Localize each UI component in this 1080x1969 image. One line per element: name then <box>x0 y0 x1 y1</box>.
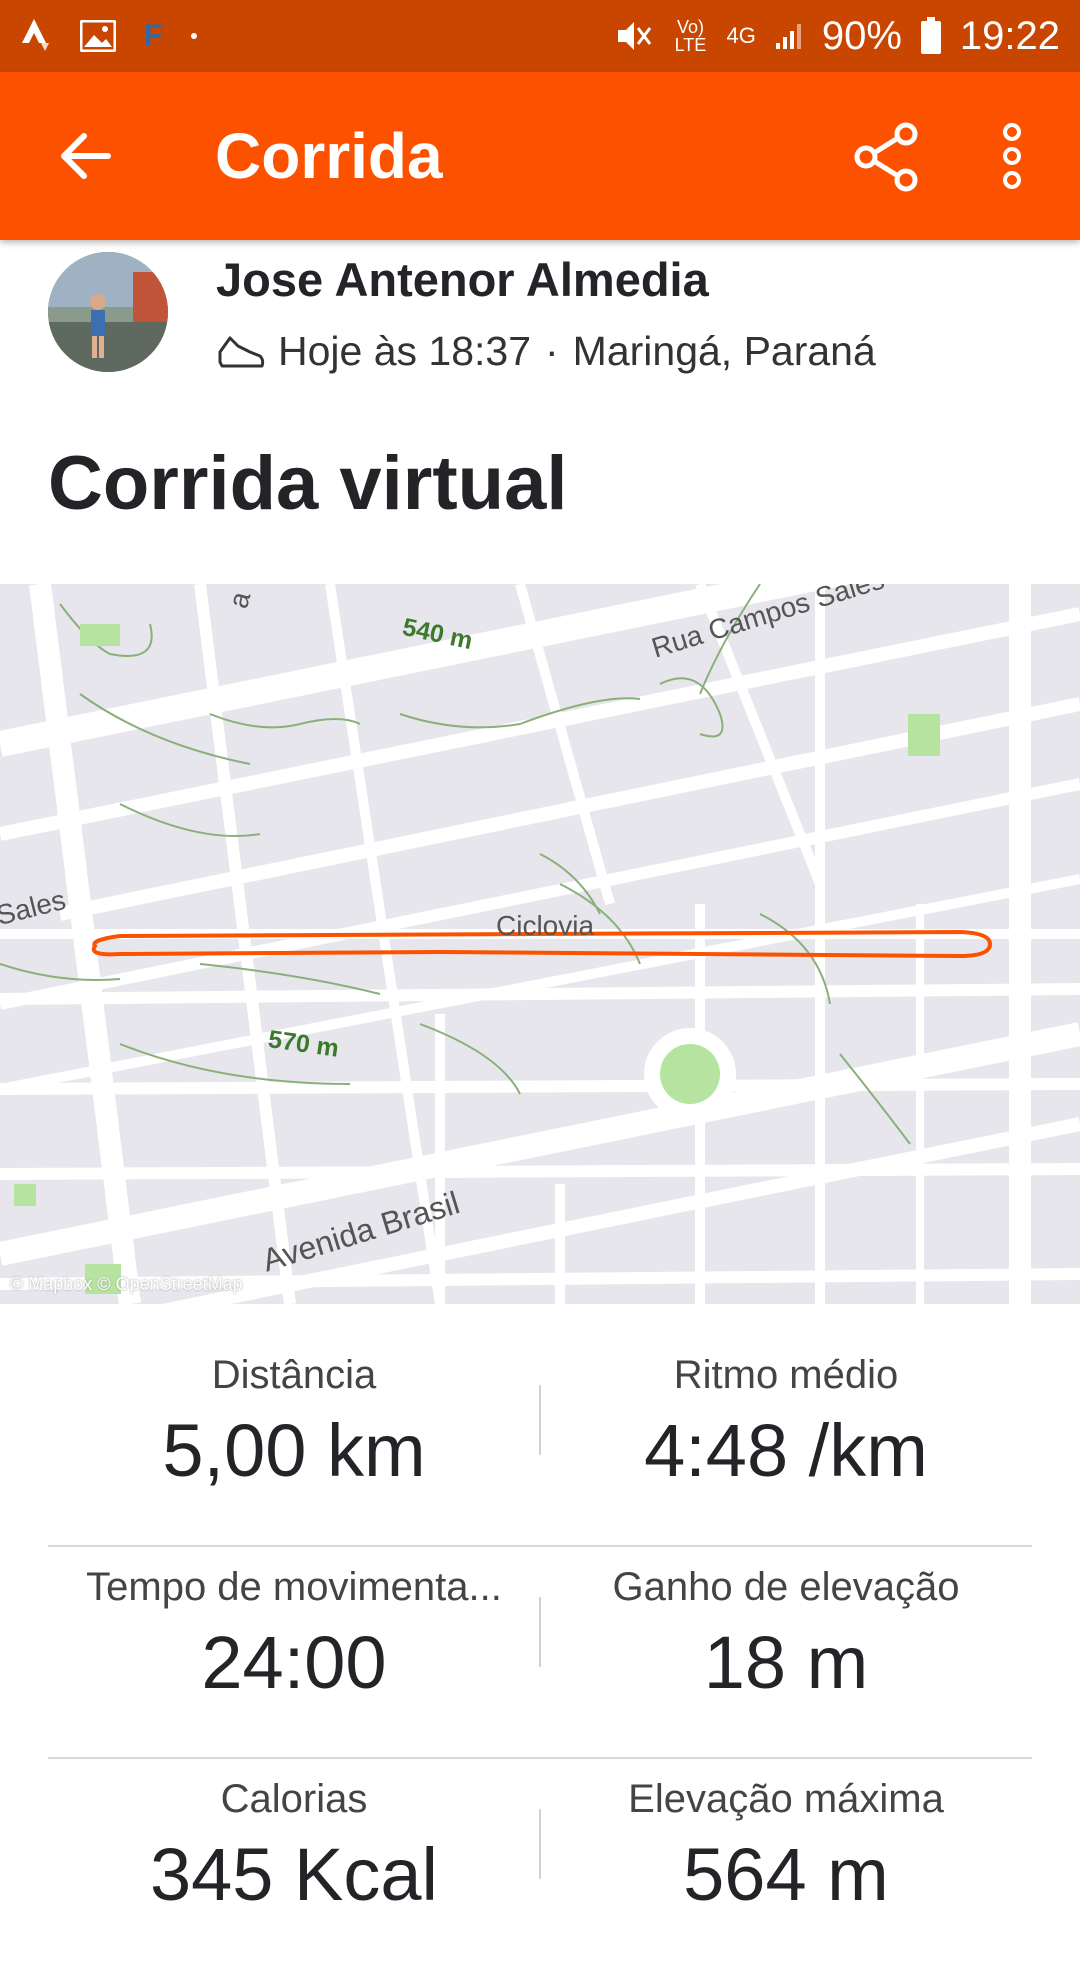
app-bar: Corrida <box>0 72 1080 240</box>
stat-calories: Calorias 345 Kcal <box>48 1777 540 1917</box>
stat-row: Distância 5,00 km Ritmo médio 4:48 /km <box>48 1335 1032 1547</box>
battery-icon <box>920 17 942 55</box>
back-button[interactable] <box>54 124 118 188</box>
shoe-icon <box>218 336 265 367</box>
map-canvas <box>0 584 1080 1304</box>
stat-value: 5,00 km <box>162 1409 426 1492</box>
stat-value: 564 m <box>683 1833 889 1916</box>
more-options-button[interactable] <box>992 120 1032 192</box>
stat-max-elevation: Elevação máxima 564 m <box>540 1777 1032 1917</box>
athlete-name[interactable]: Jose Antenor Almedia <box>216 252 709 307</box>
stat-label: Distância <box>211 1353 377 1397</box>
stat-value: 4:48 /km <box>644 1409 928 1492</box>
notification-app-icon: F <box>144 19 163 52</box>
stat-average-pace: Ritmo médio 4:48 /km <box>540 1353 1032 1493</box>
stats-grid: Distância 5,00 km Ritmo médio 4:48 /km T… <box>48 1335 1032 1969</box>
activity-title: Corrida virtual <box>48 441 568 526</box>
more-vert-icon <box>1003 123 1021 189</box>
stat-elevation-gain: Ganho de elevação 18 m <box>540 1565 1032 1705</box>
street-label-ciclovia: Ciclovia <box>496 910 595 941</box>
arrow-left-icon <box>61 133 111 179</box>
mute-icon <box>616 18 654 54</box>
stat-moving-time: Tempo de movimenta... 24:00 <box>48 1565 540 1705</box>
activity-time: Hoje às 18:37 <box>278 328 532 374</box>
stat-row: Calorias 345 Kcal Elevação máxima 564 m <box>48 1759 1032 1969</box>
route-map[interactable]: a 540 m Rua Campos Sales Sales Ciclovia … <box>0 584 1080 1304</box>
stat-label: Ritmo médio <box>673 1353 899 1397</box>
battery-percent: 90% <box>821 13 902 58</box>
stat-label: Ganho de elevação <box>612 1565 960 1609</box>
meta-separator: · <box>545 328 559 374</box>
dot-icon <box>190 32 198 40</box>
activity-meta: Hoje às 18:37 · Maringá, Paraná <box>216 328 876 375</box>
strava-logo-icon <box>22 19 52 53</box>
stat-value: 18 m <box>703 1621 869 1704</box>
clock: 19:22 <box>959 13 1060 58</box>
activity-location: Maringá, Paraná <box>572 328 876 374</box>
stat-value: 24:00 <box>201 1621 387 1704</box>
stat-distance: Distância 5,00 km <box>48 1353 540 1493</box>
signal-icon <box>774 21 804 51</box>
stat-value: 345 Kcal <box>150 1833 438 1916</box>
network-type-indicator: 4G <box>726 23 756 48</box>
athlete-avatar[interactable] <box>48 252 168 372</box>
stat-row: Tempo de movimenta... 24:00 Ganho de ele… <box>48 1547 1032 1759</box>
share-icon <box>854 122 918 192</box>
stat-label: Tempo de movimenta... <box>86 1565 502 1609</box>
gallery-icon <box>80 20 116 52</box>
page-title: Corrida <box>215 120 443 192</box>
share-button[interactable] <box>852 122 922 192</box>
stat-label: Calorias <box>220 1777 368 1821</box>
status-bar: F Vo) LTE 4G 90% 19:22 <box>0 0 1080 72</box>
volte-indicator: Vo) LTE <box>674 17 707 55</box>
map-attribution[interactable]: © Mapbox © OpenStreetMap <box>10 1274 243 1295</box>
stat-label: Elevação máxima <box>628 1777 944 1821</box>
